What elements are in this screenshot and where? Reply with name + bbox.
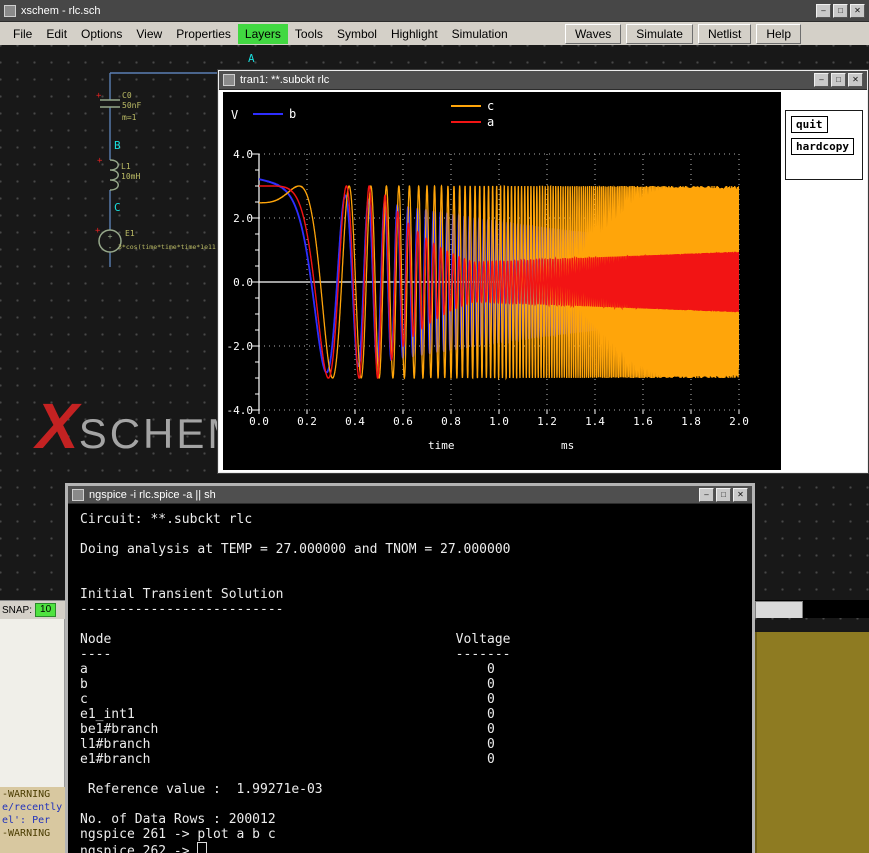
x-tick-label: 1.0 (489, 415, 509, 428)
cap-value[interactable]: 50nF (122, 101, 141, 110)
waveform-plot[interactable]: V b c a 0.00.20.40.60.81.01.21.41.61.82.… (223, 92, 781, 470)
net-label-c[interactable]: C (114, 201, 121, 214)
waveform-title: tran1: **.subckt rlc (240, 74, 809, 86)
xschem-logo-x: X (36, 397, 79, 455)
polarity-plus-icon: + (96, 91, 102, 101)
src-formula[interactable]: 3*cos(time*time*time*1e11) (118, 243, 220, 251)
source-minus-icon: - (108, 243, 113, 252)
x-tick-label: 0.6 (393, 415, 413, 428)
warning-line: el': Per (2, 814, 63, 827)
warning-line: e/recently (2, 801, 63, 814)
menu-simulation[interactable]: Simulation (445, 24, 515, 44)
close-button[interactable]: ✕ (848, 73, 863, 87)
terminal-cursor (197, 842, 207, 853)
warning-line: -WARNING (2, 827, 63, 840)
cap-mult[interactable]: m=1 (122, 113, 137, 122)
snap-value[interactable]: 10 (35, 603, 56, 617)
terminal-output[interactable]: Circuit: **.subckt rlc Doing analysis at… (68, 504, 752, 853)
snap-label: SNAP: (2, 605, 32, 616)
desktop: -WARNINGe/recentlyel': Per-WARNING xsche… (0, 0, 869, 853)
hardcopy-button[interactable]: hardcopy (791, 138, 854, 155)
y-tick-label: 4.0 (233, 148, 253, 161)
menu-tools[interactable]: Tools (288, 24, 330, 44)
background-window-right (755, 632, 869, 853)
button-help[interactable]: Help (756, 24, 801, 44)
button-waves[interactable]: Waves (565, 24, 621, 44)
terminal-title: ngspice -i rlc.spice -a || sh (89, 489, 694, 501)
terminal-window-controls: –□✕ (699, 488, 748, 502)
polarity-plus-icon: + (95, 226, 101, 236)
terminal-window: ngspice -i rlc.spice -a || sh –□✕ Circui… (65, 483, 755, 853)
minimize-button[interactable]: – (816, 4, 831, 18)
waveform-window-icon (223, 74, 235, 86)
source-plus-icon: + (108, 232, 113, 241)
y-tick-label: 2.0 (233, 212, 253, 225)
x-tick-label: 1.8 (681, 415, 701, 428)
cap-name[interactable]: C0 (122, 91, 132, 100)
snap-statusbar: SNAP: 10 (0, 600, 69, 619)
minimize-button[interactable]: – (814, 73, 829, 87)
menu-layers[interactable]: Layers (238, 24, 288, 44)
xschem-title: xschem - rlc.sch (21, 5, 811, 17)
x-tick-label: 1.4 (585, 415, 605, 428)
maximize-button[interactable]: □ (831, 73, 846, 87)
minimize-button[interactable]: – (699, 488, 714, 502)
waveform-plot-svg: 0.00.20.40.60.81.01.21.41.61.82.04.02.00… (223, 92, 781, 470)
waveform-window: tran1: **.subckt rlc –□✕ V b c a 0.00.20… (218, 70, 868, 473)
menu-options[interactable]: Options (74, 24, 129, 44)
net-label-b[interactable]: B (114, 139, 121, 152)
close-button[interactable]: ✕ (850, 4, 865, 18)
x-tick-label: 1.6 (633, 415, 653, 428)
waveform-window-controls: –□✕ (814, 73, 863, 87)
menu-highlight[interactable]: Highlight (384, 24, 445, 44)
inductor-symbol (110, 160, 118, 190)
x-tick-label: 0.8 (441, 415, 461, 428)
xschem-titlebar[interactable]: xschem - rlc.sch –□✕ (0, 0, 869, 22)
x-tick-label: 0.4 (345, 415, 365, 428)
xschem-logo: XSCHEM (36, 397, 245, 455)
menu-symbol[interactable]: Symbol (330, 24, 384, 44)
y-tick-label: -2.0 (227, 340, 254, 353)
ind-value[interactable]: 10mH (121, 172, 140, 181)
menu-view[interactable]: View (129, 24, 169, 44)
maximize-button[interactable]: □ (833, 4, 848, 18)
terminal-window-icon (72, 489, 84, 501)
menu-properties[interactable]: Properties (169, 24, 238, 44)
xschem-window-icon (4, 5, 16, 17)
button-simulate[interactable]: Simulate (626, 24, 693, 44)
net-label-a[interactable]: A (248, 52, 255, 65)
x-tick-label: 0.2 (297, 415, 317, 428)
close-button[interactable]: ✕ (733, 488, 748, 502)
xschem-window-controls: –□✕ (816, 4, 865, 18)
x-tick-label: 2.0 (729, 415, 749, 428)
xschem-canvas-ext (755, 618, 869, 632)
waveform-controls-panel: quit hardcopy (785, 110, 863, 180)
y-tick-label: -4.0 (227, 404, 254, 417)
button-netlist[interactable]: Netlist (698, 24, 751, 44)
xschem-menubar: FileEditOptionsViewPropertiesLayersTools… (0, 22, 869, 46)
src-name[interactable]: E1 (125, 229, 135, 238)
x-tick-label: 1.2 (537, 415, 557, 428)
polarity-plus-icon: + (97, 156, 103, 166)
terminal-titlebar[interactable]: ngspice -i rlc.spice -a || sh –□✕ (68, 486, 752, 504)
y-tick-label: 0.0 (233, 276, 253, 289)
x-axis-label: time (428, 439, 455, 452)
warning-line: -WARNING (2, 788, 63, 801)
waveform-titlebar[interactable]: tran1: **.subckt rlc –□✕ (219, 71, 867, 90)
maximize-button[interactable]: □ (716, 488, 731, 502)
warning-log-panel: -WARNINGe/recentlyel': Per-WARNING (0, 787, 65, 853)
menu-edit[interactable]: Edit (39, 24, 74, 44)
menu-file[interactable]: File (6, 24, 39, 44)
ind-name[interactable]: L1 (121, 162, 131, 171)
x-axis-unit: ms (561, 439, 574, 452)
background-window-left: -WARNINGe/recentlyel': Per-WARNING (0, 618, 65, 853)
waveform-body: V b c a 0.00.20.40.60.81.01.21.41.61.82.… (219, 90, 867, 472)
quit-button[interactable]: quit (791, 116, 828, 133)
background-window-left-blank (0, 618, 65, 787)
